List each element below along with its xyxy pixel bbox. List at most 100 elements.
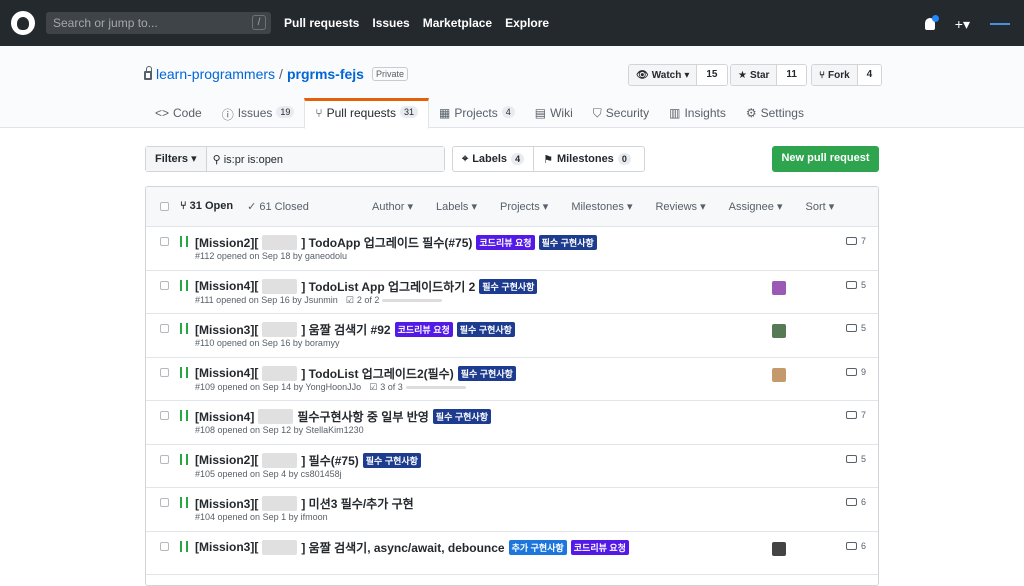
row-checkbox[interactable] — [160, 541, 169, 551]
tab-pull-requests[interactable]: ⑂ Pull requests 31 — [304, 98, 430, 129]
new-pull-request-button[interactable]: New pull request — [772, 146, 879, 172]
filters-dropdown[interactable]: Filters ▾ — [146, 147, 207, 171]
assignee-avatar[interactable] — [772, 280, 786, 295]
assignee-menu[interactable]: Assignee ▾ — [729, 200, 783, 213]
assignee-avatar[interactable] — [772, 324, 786, 338]
row-checkbox[interactable] — [160, 324, 169, 333]
repo-header: learn-programmers / prgrms-fejs Private … — [0, 46, 1024, 129]
progress-bar — [382, 298, 443, 302]
table-row[interactable]: [Mission3][ ] 움짤 검색기 #92 코드리뷰 요청 필수 구현사항 … — [146, 314, 878, 358]
filter-search-input[interactable]: ⚲ is:pr is:open — [206, 147, 444, 171]
user-avatar[interactable] — [990, 14, 1010, 34]
labels-button[interactable]: ⌖ Labels 4 — [453, 147, 533, 171]
fork-count[interactable]: 4 — [856, 65, 882, 85]
nav-marketplace[interactable]: Marketplace — [423, 16, 492, 30]
table-row[interactable]: [Mission4][ ] TodoList App 업그레이드하기 2 필수 … — [146, 271, 878, 314]
select-all-checkbox[interactable] — [160, 202, 169, 211]
milestones-button[interactable]: ⚑ Milestones 0 — [533, 147, 640, 171]
closed-count: 61 Closed — [259, 201, 309, 213]
reviews-menu[interactable]: Reviews ▾ — [655, 200, 705, 213]
table-row[interactable]: [Mission3][ ] 미션3 필수/추가 구현 #104 opened o… — [146, 488, 878, 532]
tab-code[interactable]: <> Code — [145, 98, 212, 128]
projects-menu[interactable]: Projects ▾ — [500, 200, 548, 213]
comment-number: 7 — [861, 410, 867, 420]
milestones-menu[interactable]: Milestones ▾ — [571, 200, 632, 213]
tab-security[interactable]: ⛉ Security — [583, 98, 659, 128]
pr-label[interactable]: 필수 구현사항 — [362, 452, 421, 468]
table-row[interactable]: [Mission3][ ] 움짤 검색기, async/await, debou… — [146, 532, 878, 575]
labels-menu[interactable]: Labels ▾ — [436, 200, 477, 213]
closed-filter[interactable]: ✓ 61 Closed — [247, 200, 309, 213]
notification-bell-icon[interactable] — [924, 15, 939, 30]
repo-name-link[interactable]: prgrms-fejs — [287, 66, 364, 82]
tab-insights[interactable]: ▥ Insights — [659, 98, 736, 128]
table-row[interactable]: [Mission2][ ] 필수(#75) 필수 구현사항 #105 opene… — [146, 445, 878, 488]
comment-count[interactable]: 5 — [846, 323, 866, 333]
gear-icon: ⚙ — [745, 106, 757, 120]
pr-label[interactable]: 코드리뷰 요청 — [570, 539, 629, 555]
pr-label[interactable]: 필수 구현사항 — [457, 365, 516, 381]
tab-label: Projects — [454, 106, 498, 120]
pr-meta: #105 opened on Sep 4 by cs801458j — [195, 469, 342, 479]
pr-title[interactable]: [Mission2][ ] TodoApp 업그레이드 필수(#75) 코드리뷰… — [195, 234, 597, 251]
pr-label[interactable]: 필수 구현사항 — [432, 409, 491, 424]
assignee-avatar[interactable] — [772, 367, 786, 382]
table-row[interactable]: [Mission4] 필수구현사항 중 일부 반영 필수 구현사항 #108 o… — [146, 401, 878, 445]
github-logo-icon[interactable] — [11, 11, 35, 35]
star-count[interactable]: 11 — [776, 65, 806, 85]
comment-count[interactable]: 5 — [846, 280, 866, 290]
table-row[interactable]: [Mission2][ ] TodoApp 업그레이드 필수(#75) 코드리뷰… — [146, 227, 878, 271]
row-checkbox[interactable] — [160, 280, 169, 290]
comment-count[interactable]: 9 — [846, 367, 866, 377]
tab-issues[interactable]: ⓘ Issues 19 — [212, 98, 305, 128]
pr-title[interactable]: [Mission3][ ] 움짤 검색기 #92 코드리뷰 요청 필수 구현사항 — [195, 321, 515, 338]
tab-settings[interactable]: ⚙ Settings — [736, 98, 814, 128]
pr-label[interactable]: 코드리뷰 요청 — [394, 322, 453, 337]
pr-title[interactable]: [Mission4][ ] TodoList 업그레이드2(필수) 필수 구현사… — [195, 365, 516, 382]
comment-count[interactable]: 6 — [846, 497, 866, 507]
tab-wiki[interactable]: ▤ Wiki — [525, 98, 583, 128]
pr-meta-text: #112 opened on Sep 18 by ganeodolu — [195, 251, 347, 261]
author-menu[interactable]: Author ▾ — [372, 200, 413, 213]
row-checkbox[interactable] — [160, 498, 169, 507]
assignee-avatar[interactable] — [772, 541, 786, 556]
open-filter[interactable]: ⑂ 31 Open — [180, 200, 233, 213]
repo-owner-link[interactable]: learn-programmers — [156, 66, 275, 82]
nav-pull-requests[interactable]: Pull requests — [284, 16, 359, 30]
search-input[interactable]: Search or jump to... / — [46, 12, 271, 34]
nav-explore[interactable]: Explore — [505, 16, 549, 30]
pr-title-prefix: [Mission2][ — [195, 235, 259, 250]
pr-title[interactable]: [Mission4][ ] TodoList App 업그레이드하기 2 필수 … — [195, 278, 538, 295]
labels-count: 4 — [511, 153, 525, 165]
pr-label[interactable]: 추가 구현사항 — [508, 539, 567, 555]
pr-label[interactable]: 필수 구현사항 — [538, 235, 597, 250]
comment-count[interactable]: 7 — [846, 236, 866, 246]
pr-title[interactable]: [Mission3][ ] 미션3 필수/추가 구현 — [195, 495, 414, 512]
pr-title[interactable]: [Mission3][ ] 움짤 검색기, async/await, debou… — [195, 539, 629, 556]
row-checkbox[interactable] — [160, 411, 169, 420]
row-checkbox[interactable] — [160, 237, 169, 246]
redacted-name — [258, 409, 294, 424]
table-row[interactable]: [Mission4][ ] TodoList 업그레이드2(필수) 필수 구현사… — [146, 358, 878, 401]
comment-count[interactable]: 5 — [846, 454, 866, 464]
open-pull-request-icon — [180, 323, 188, 334]
create-new-dropdown[interactable]: +▾ — [955, 16, 970, 33]
tab-projects[interactable]: ▦ Projects 4 — [429, 98, 525, 128]
watch-count[interactable]: 15 — [696, 65, 727, 85]
watch-button[interactable]: 👁 Watch ▾ — [629, 65, 697, 85]
pr-title[interactable]: [Mission2][ ] 필수(#75) 필수 구현사항 — [195, 452, 421, 469]
pr-label[interactable]: 코드리뷰 요청 — [476, 235, 535, 250]
fork-button[interactable]: ⑂ Fork — [812, 65, 857, 85]
filter-bar: Filters ▾ ⚲ is:pr is:open — [145, 146, 445, 172]
pr-meta-text: #105 opened on Sep 4 by cs801458j — [195, 468, 342, 479]
sort-menu[interactable]: Sort ▾ — [805, 200, 834, 213]
comment-count[interactable]: 7 — [846, 410, 866, 420]
star-button[interactable]: ★ Star — [731, 65, 777, 85]
pr-label[interactable]: 필수 구현사항 — [479, 278, 538, 294]
nav-issues[interactable]: Issues — [372, 16, 409, 30]
pr-label[interactable]: 필수 구현사항 — [456, 322, 515, 337]
row-checkbox[interactable] — [160, 454, 169, 464]
comment-count[interactable]: 6 — [846, 541, 866, 551]
row-checkbox[interactable] — [160, 367, 169, 377]
pr-title[interactable]: [Mission4] 필수구현사항 중 일부 반영 필수 구현사항 — [195, 408, 491, 425]
